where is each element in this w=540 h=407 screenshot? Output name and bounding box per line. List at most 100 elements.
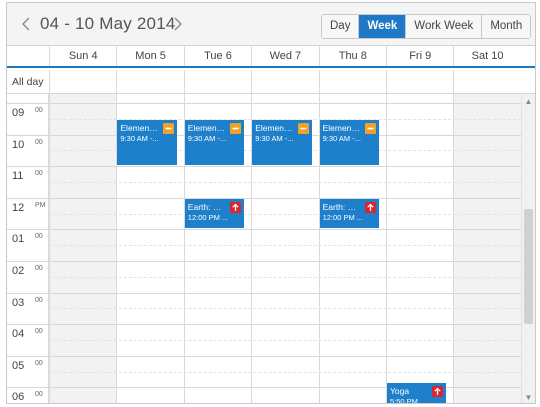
all-day-cell[interactable]: [183, 70, 251, 94]
view-button-week[interactable]: Week: [359, 15, 407, 38]
minute-label: 00: [35, 170, 43, 178]
minute-label: 00: [35, 107, 43, 114]
appointment-subject: Yoga: [390, 386, 410, 397]
grid-line: [49, 197, 521, 199]
arrow-up-icon: [432, 386, 444, 398]
hour-label: 10: [12, 138, 25, 151]
minute-label: 00: [35, 265, 43, 272]
grid-half-line: [49, 403, 521, 404]
appointment-subject: Elementa...: [255, 122, 295, 133]
scroll-down-icon[interactable]: ▼: [524, 393, 533, 402]
view-switcher: Day Week Work Week Month: [321, 14, 532, 39]
appointment-time: 9:30 AM -...: [322, 133, 361, 143]
hour-label: 01: [12, 233, 25, 246]
minute-label: 00: [35, 138, 43, 146]
appointment-time: 9:30 AM -...: [255, 133, 294, 143]
time-column: 09 00 10 00 11 00 12 PM 01 00 02 00 03 00 04 00 05 00 06 00: [7, 94, 49, 403]
appointment-subject: Elementa...: [120, 122, 160, 133]
grid-half-line: [49, 276, 521, 278]
day-header[interactable]: Tue 6: [183, 46, 251, 66]
scheduler-header: 04 - 10 May 2014 Day Week Work Week Month: [7, 3, 535, 46]
appointment[interactable]: Elementa... 9:30 AM -...: [252, 119, 312, 166]
all-day-cell[interactable]: [453, 70, 520, 94]
appointment[interactable]: Elementa... 9:30 AM -...: [319, 119, 379, 166]
day-header[interactable]: Wed 7: [251, 46, 318, 66]
minute-label: PM: [35, 201, 46, 209]
hour-label: 05: [12, 359, 25, 372]
appointment[interactable]: Earth: Ou... 12:00 PM ...: [319, 198, 379, 229]
grid-half-line: [49, 371, 521, 373]
grid-half-line: [49, 308, 521, 310]
time-divider: [7, 229, 49, 231]
grid-line: [49, 261, 521, 262]
all-day-cell[interactable]: [318, 70, 386, 94]
time-divider: [7, 324, 49, 326]
day-header-row: Sun 4 Mon 5 Tue 6 Wed 7 Thu 8 Fri 9 Sat 10: [7, 46, 535, 68]
grid-line: [49, 387, 521, 389]
grid-line: [49, 324, 521, 326]
grid-line: [49, 229, 521, 231]
hour-label: 12: [12, 201, 25, 214]
grid-half-line: [49, 245, 521, 247]
day-header[interactable]: Thu 8: [318, 46, 386, 66]
time-divider: [7, 355, 49, 357]
scheduler: 04 - 10 May 2014 Day Week Work Week Month S…: [6, 2, 536, 404]
day-header[interactable]: Mon 5: [116, 46, 183, 66]
time-divider: [7, 261, 49, 262]
hour-label: 09: [12, 107, 25, 119]
appointment-subject: Elementa...: [322, 122, 362, 133]
day-column[interactable]: [386, 94, 453, 403]
appointment-time: 9:30 AM -...: [187, 133, 227, 143]
appointment[interactable]: Earth: Ou... 12:00 PM ...: [184, 198, 245, 229]
minus-icon: [364, 122, 376, 134]
appointment[interactable]: Elementa... 9:30 AM -...: [117, 119, 177, 166]
all-day-cell[interactable]: [251, 70, 318, 94]
scroll-thumb[interactable]: [524, 209, 533, 324]
all-day-row: All day: [7, 70, 535, 94]
minus-icon: [230, 122, 242, 134]
all-day-cell[interactable]: [49, 70, 116, 94]
appointment-time: 9:30 AM -...: [120, 133, 159, 143]
scroll-up-icon[interactable]: ▲: [524, 97, 533, 106]
view-button-month[interactable]: Month: [482, 15, 531, 38]
grid-line: [49, 292, 521, 294]
view-button-day[interactable]: Day: [322, 15, 360, 38]
day-header[interactable]: Sat 10: [453, 46, 520, 66]
chevron-right-icon[interactable]: [171, 15, 185, 33]
day-header[interactable]: Sun 4: [49, 46, 116, 66]
minute-label: 00: [35, 328, 43, 336]
minute-label: 00: [35, 391, 43, 399]
all-day-label: All day: [12, 76, 44, 88]
vertical-scrollbar[interactable]: ▲ ▼: [521, 94, 535, 403]
minus-icon: [162, 122, 174, 134]
appointment-subject: Elementa...: [187, 122, 228, 133]
time-divider: [7, 103, 49, 104]
day-column[interactable]: [453, 94, 521, 403]
time-grid[interactable]: 09 00 10 00 11 00 12 PM 01 00 02 00 03 00 04 00 05 00 06 00…: [7, 94, 535, 404]
minus-icon: [297, 122, 309, 134]
minute-label: 00: [35, 296, 43, 304]
date-range[interactable]: 04 - 10 May 2014: [40, 14, 176, 34]
time-divider: [7, 166, 49, 168]
time-divider: [7, 134, 49, 136]
appointment[interactable]: Elementa... 9:30 AM -...: [184, 119, 245, 166]
minute-label: 00: [35, 233, 43, 241]
time-divider: [7, 197, 49, 199]
day-header[interactable]: Fri 9: [386, 46, 453, 66]
grid-half-line: [49, 213, 521, 215]
hour-label: 02: [12, 265, 25, 277]
minute-label: 00: [35, 359, 43, 367]
time-divider: [7, 387, 49, 389]
view-button-work-week[interactable]: Work Week: [406, 15, 483, 38]
time-divider: [7, 292, 49, 294]
appointment-subject: Earth: Ou...: [322, 201, 362, 212]
day-column[interactable]: [49, 94, 117, 403]
all-day-cell[interactable]: [116, 70, 183, 94]
chevron-left-icon[interactable]: [19, 15, 33, 33]
appointment-time: 5:50 PM ...: [390, 397, 427, 404]
all-day-cell[interactable]: [386, 70, 453, 94]
grid-line: [49, 355, 521, 357]
grid-half-line: [49, 182, 521, 183]
grid-line: [49, 166, 521, 168]
appointment[interactable]: Yoga 5:50 PM ...: [387, 383, 447, 404]
